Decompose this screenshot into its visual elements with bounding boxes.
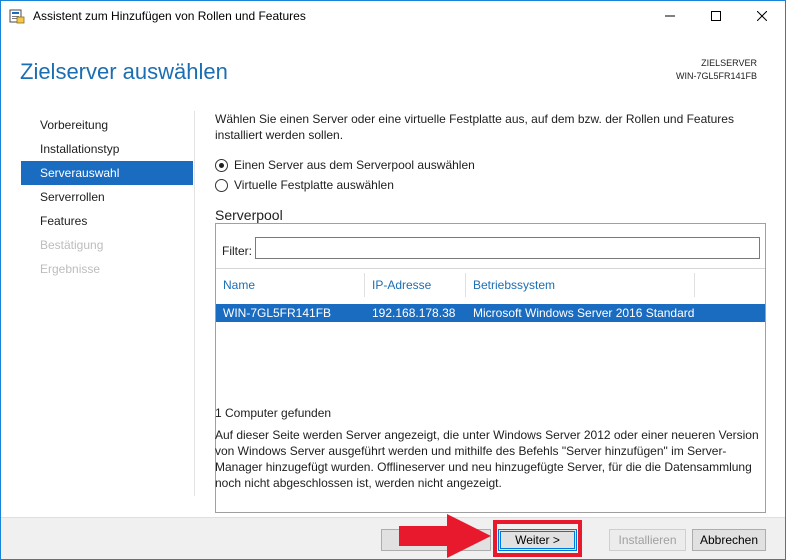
nav-item-ergebnisse: Ergebnisse	[40, 262, 101, 276]
close-icon	[757, 11, 767, 21]
cell-operating-system: Microsoft Windows Server 2016 Standard	[473, 306, 695, 320]
nav-item-serverrollen[interactable]: Serverrollen	[21, 185, 193, 209]
cell-ip-address: 192.168.178.38	[372, 306, 456, 320]
option-virtual-disk[interactable]: Virtuelle Festplatte auswählen	[215, 178, 394, 192]
maximize-button[interactable]	[693, 1, 739, 31]
target-server-name: WIN-7GL5FR141FB	[675, 71, 757, 81]
close-button[interactable]	[739, 1, 785, 31]
column-divider[interactable]	[694, 273, 695, 297]
table-row[interactable]: WIN-7GL5FR141FB 192.168.178.38 Microsoft…	[216, 304, 765, 322]
wizard-footer: Weiter > Installieren Abbrechen	[1, 517, 785, 559]
title-bar: Assistent zum Hinzufügen von Rollen und …	[1, 1, 785, 32]
minimize-button[interactable]	[647, 1, 693, 31]
nav-item-vorbereitung[interactable]: Vorbereitung	[21, 113, 193, 137]
intro-text: Wählen Sie einen Server oder eine virtue…	[215, 112, 734, 142]
nav-item-serverauswahl[interactable]: Serverauswahl	[21, 161, 193, 185]
page-title: Zielserver auswählen	[20, 59, 228, 84]
filter-bar: Filter:	[216, 224, 765, 269]
window-title: Assistent zum Hinzufügen von Rollen und …	[33, 9, 306, 23]
nav-item-bestaetigung: Bestätigung	[40, 238, 104, 252]
maximize-icon	[711, 11, 721, 21]
minimize-icon	[665, 15, 675, 17]
radio-server-pool[interactable]	[215, 158, 228, 172]
option-server-pool[interactable]: Einen Server aus dem Serverpool auswähle…	[215, 158, 475, 172]
wizard-nav: Vorbereitung Installationstyp Serverausw…	[21, 113, 193, 281]
arrow-right-icon	[399, 514, 491, 558]
column-header-os[interactable]: Betriebssystem	[466, 271, 694, 299]
description-text: Auf dieser Seite werden Server angezeigt…	[215, 428, 759, 490]
radio-virtual-disk[interactable]	[215, 178, 228, 192]
nav-divider	[194, 111, 195, 496]
nav-item-features[interactable]: Features	[21, 209, 193, 233]
column-header-ip[interactable]: IP-Adresse	[365, 271, 465, 299]
cancel-button[interactable]: Abbrechen	[692, 529, 766, 551]
filter-input[interactable]	[255, 237, 760, 259]
column-header-name[interactable]: Name	[216, 271, 364, 299]
nav-item-installationstyp[interactable]: Installationstyp	[21, 137, 193, 161]
server-manager-icon	[9, 9, 25, 24]
wizard-window: Assistent zum Hinzufügen von Rollen und …	[0, 0, 786, 560]
column-header-row: Name IP-Adresse Betriebssystem	[216, 271, 765, 299]
target-server-label: ZIELSERVER	[701, 58, 757, 68]
filter-label: Filter:	[222, 244, 252, 258]
cell-server-name: WIN-7GL5FR141FB	[223, 306, 332, 320]
option-virtual-disk-label[interactable]: Virtuelle Festplatte auswählen	[234, 178, 394, 192]
wizard-header: Zielserver auswählen ZIELSERVER WIN-7GL5…	[1, 32, 785, 100]
computer-count: 1 Computer gefunden	[215, 406, 332, 420]
option-server-pool-label[interactable]: Einen Server aus dem Serverpool auswähle…	[234, 158, 475, 172]
server-pool-title: Serverpool	[215, 207, 283, 223]
install-button: Installieren	[609, 529, 686, 551]
highlight-box	[493, 520, 582, 557]
